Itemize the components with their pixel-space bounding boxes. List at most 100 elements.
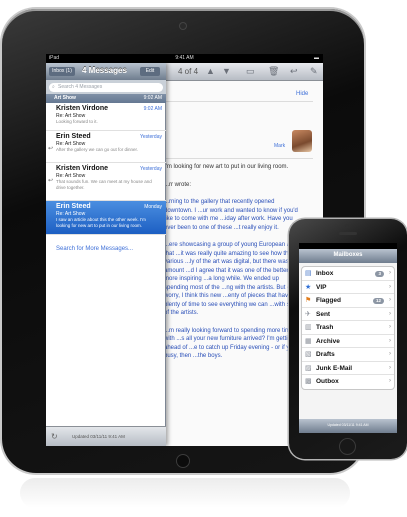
trash-icon: ▥ bbox=[305, 324, 312, 331]
thread-title: Art Show bbox=[54, 95, 76, 101]
message-counter: 4 of 4 bbox=[178, 67, 199, 76]
mailbox-label: Outbox bbox=[316, 378, 339, 385]
iphone-toolbar: Updated 03/11/11 9:41 AM bbox=[299, 419, 397, 433]
hide-details-link[interactable]: Hide bbox=[296, 91, 308, 97]
edit-button[interactable]: Edit bbox=[140, 67, 160, 76]
chevron-right-icon: › bbox=[389, 297, 391, 303]
back-to-inbox-button[interactable]: Inbox (1) bbox=[49, 67, 75, 76]
mailbox-outbox[interactable]: ▩ Outbox › bbox=[302, 375, 394, 389]
chevron-right-icon: › bbox=[389, 324, 391, 330]
message-time: 9:02 AM bbox=[143, 106, 162, 112]
mailbox-junk[interactable]: ▨ Junk E-Mail › bbox=[302, 362, 394, 375]
updated-status: Updated 03/11/11 9:41 AM bbox=[327, 423, 369, 427]
mailbox-label: Drafts bbox=[316, 351, 335, 358]
quote-attribution: ...rr wrote: bbox=[164, 181, 192, 188]
message-sender: Kristen Virdone bbox=[56, 105, 108, 112]
recipient-name[interactable]: Mark bbox=[274, 143, 285, 149]
list-item[interactable]: ↩ Erin Steed Yesterday Re: Art Show Afte… bbox=[46, 131, 166, 163]
archive-icon: ▦ bbox=[305, 337, 312, 345]
trash-icon[interactable]: 🗑 bbox=[268, 66, 279, 77]
thread-header: Art Show 9:02 AM bbox=[46, 94, 166, 103]
previous-message-icon[interactable]: ▲ bbox=[206, 66, 215, 76]
mailbox-vip[interactable]: ★ VIP › bbox=[302, 281, 394, 294]
folder-icon[interactable]: ▭ bbox=[246, 66, 255, 77]
mailbox-label: Sent bbox=[316, 310, 331, 318]
status-time: 9:41 AM bbox=[175, 55, 194, 61]
search-more-link[interactable]: Search for More Messages... bbox=[56, 246, 133, 252]
iphone-screen: Mailboxes ▤ Inbox 3 › ★ VIP › ⚑ Flagged … bbox=[299, 243, 397, 433]
reply-icon[interactable]: ↩ bbox=[290, 66, 298, 77]
chevron-right-icon: › bbox=[389, 283, 391, 290]
ipad-camera bbox=[180, 23, 186, 29]
outbox-icon: ▩ bbox=[305, 378, 312, 385]
unread-badge: 3 bbox=[375, 271, 384, 277]
message-preview: After the gallery we can go out for dinn… bbox=[56, 147, 139, 152]
search-icon: ⌕ bbox=[52, 84, 55, 90]
drafts-icon: ▧ bbox=[305, 351, 312, 358]
iphone-camera bbox=[345, 224, 349, 228]
mailbox-list: ▤ Inbox 3 › ★ VIP › ⚑ Flagged 12 › ✈ Sen… bbox=[301, 266, 395, 390]
mailbox-sent[interactable]: ✈ Sent › bbox=[302, 308, 394, 321]
sender-avatar bbox=[292, 130, 312, 152]
mailbox-flagged[interactable]: ⚑ Flagged 12 › bbox=[302, 294, 394, 308]
message-sender: Erin Steed bbox=[56, 203, 91, 210]
replied-icon: ↩ bbox=[48, 178, 54, 184]
chevron-right-icon: › bbox=[389, 378, 391, 384]
battery-icon: ▬ bbox=[314, 55, 319, 61]
body-divider bbox=[166, 158, 313, 159]
chevron-right-icon: › bbox=[389, 270, 391, 276]
list-item[interactable]: ↩ Kristen Virdone Yesterday Re: Art Show… bbox=[46, 163, 166, 201]
mailbox-drafts[interactable]: ▧ Drafts › bbox=[302, 348, 394, 362]
search-placeholder: Search 4 Messages bbox=[58, 84, 103, 90]
message-time: Yesterday bbox=[139, 166, 162, 172]
message-list-panel: Inbox (1) 4 Messages Edit ⌕ Search 4 Mes… bbox=[46, 63, 166, 446]
chevron-right-icon: › bbox=[389, 337, 391, 344]
sent-icon: ✈ bbox=[305, 310, 311, 318]
floor-reflection bbox=[20, 478, 350, 508]
chevron-right-icon: › bbox=[389, 364, 391, 371]
list-item[interactable]: Kristen Virdone 9:02 AM Re: Art Show Loo… bbox=[46, 103, 166, 131]
mailbox-label: Junk E-Mail bbox=[316, 364, 353, 372]
message-list-title: 4 Messages bbox=[82, 66, 127, 75]
updated-status: Updated 03/11/11 9:41 AM bbox=[72, 434, 125, 439]
search-input[interactable]: ⌕ Search 4 Messages bbox=[49, 83, 163, 92]
replied-icon: ↩ bbox=[48, 146, 54, 152]
inbox-icon: ▤ bbox=[305, 270, 312, 277]
message-time: Yesterday bbox=[139, 134, 162, 140]
ipad-screen: iPad 9:41 AM ▬ 4 of 4 ▲ ▼ ▭ 🗑 ↩ ✎ Hide M… bbox=[46, 54, 323, 446]
chevron-right-icon: › bbox=[389, 310, 391, 317]
compose-icon[interactable]: ✎ bbox=[310, 66, 318, 77]
next-message-icon[interactable]: ▼ bbox=[222, 66, 231, 76]
chevron-right-icon: › bbox=[389, 351, 391, 357]
mailbox-label: Archive bbox=[316, 337, 340, 345]
message-list-footer: ↻ Updated 03/11/11 9:41 AM bbox=[46, 426, 166, 446]
thread-time: 9:02 AM bbox=[143, 95, 162, 101]
message-sender: Erin Steed bbox=[56, 133, 91, 140]
ipad-home-button[interactable] bbox=[176, 454, 190, 468]
quoted-paragraph: ...rning to the gallery that recently op… bbox=[164, 199, 298, 231]
mailboxes-title: Mailboxes bbox=[333, 252, 363, 258]
junk-icon: ▨ bbox=[305, 364, 312, 372]
ipad-status-bar: iPad 9:41 AM ▬ bbox=[46, 54, 323, 63]
flag-icon: ⚑ bbox=[305, 297, 312, 304]
message-preview: That sounds fun. We can meet at my house… bbox=[56, 179, 152, 190]
mailbox-archive[interactable]: ▦ Archive › bbox=[302, 335, 394, 348]
message-preview: I saw an article about this the other we… bbox=[56, 217, 146, 228]
refresh-icon[interactable]: ↻ bbox=[51, 432, 58, 441]
iphone-home-button[interactable] bbox=[339, 438, 356, 455]
mailbox-label: Trash bbox=[316, 324, 334, 331]
iphone-speaker bbox=[339, 232, 357, 235]
mailbox-label: VIP bbox=[316, 283, 327, 291]
mailbox-inbox[interactable]: ▤ Inbox 3 › bbox=[302, 267, 394, 281]
header-divider bbox=[166, 101, 313, 102]
iphone-nav-bar: Mailboxes bbox=[299, 249, 397, 263]
message-preview: Looking forward to it. bbox=[56, 119, 98, 124]
flagged-badge: 12 bbox=[372, 298, 384, 304]
vip-star-icon: ★ bbox=[305, 283, 312, 291]
search-bar: ⌕ Search 4 Messages bbox=[46, 80, 166, 94]
mailbox-trash[interactable]: ▥ Trash › bbox=[302, 321, 394, 335]
message-sender: Kristen Virdone bbox=[56, 165, 108, 172]
quoted-paragraph: ...ere showcasing a group of young Europ… bbox=[164, 242, 304, 316]
mailbox-label: Flagged bbox=[316, 297, 341, 304]
list-item-selected[interactable]: Erin Steed Monday Re: Art Show I saw an … bbox=[46, 201, 166, 235]
